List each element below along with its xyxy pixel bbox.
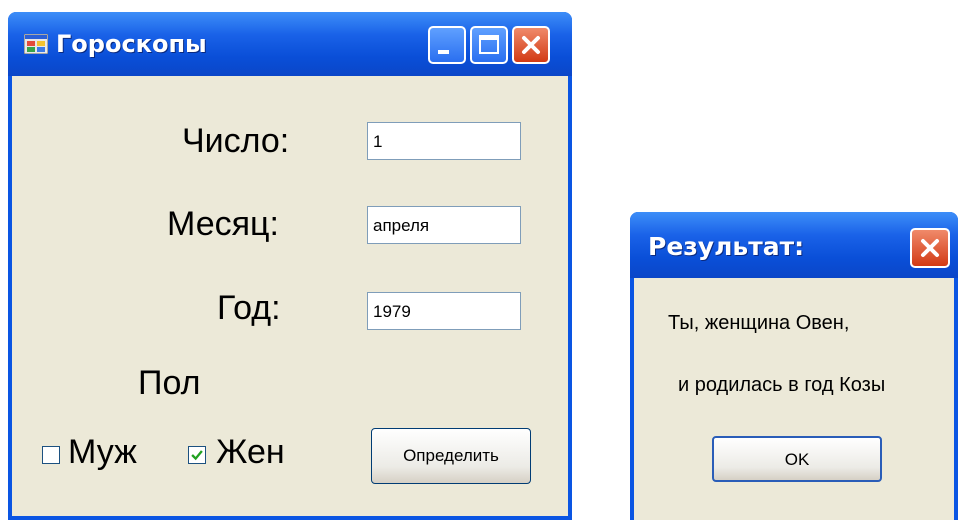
app-icon [23,33,49,55]
minimize-button[interactable] [428,26,466,64]
month-label: Месяц: [167,205,279,243]
close-button[interactable] [512,26,550,64]
dialog-titlebar[interactable]: Результат: [630,212,958,278]
dialog-title: Результат: [648,232,805,261]
checkmark-icon [191,450,203,461]
result-line-1: Ты, женщина Овен, [668,312,850,334]
main-titlebar[interactable]: Гороскопы [8,12,572,76]
dialog-client-area: Ты, женщина Овен, и родилась в год Козы … [634,278,954,520]
male-label[interactable]: Муж [68,433,137,472]
day-field[interactable]: 1 [367,122,521,160]
close-icon [522,36,540,54]
dialog-close-button[interactable] [910,228,950,268]
result-line-2: и родилась в год Козы [678,374,886,396]
main-client-area: Число: 1 Месяц: апреля Год: 1979 Пол Муж… [12,76,568,516]
window-title: Гороскопы [56,30,207,58]
checkbox-empty-icon [43,447,59,463]
year-field[interactable]: 1979 [367,292,521,330]
year-label: Год: [217,289,281,327]
male-checkbox[interactable] [42,446,60,464]
maximize-button[interactable] [470,26,508,64]
day-label: Число: [182,122,290,160]
ok-button[interactable]: OK [712,436,882,482]
maximize-icon [479,35,499,54]
gender-label: Пол [138,364,201,402]
determine-button[interactable]: Определить [371,428,531,484]
main-window: Гороскопы Число: 1 Месяц: апреля Год: 19… [8,12,572,520]
result-dialog: Результат: Ты, женщина Овен, и родилась … [630,212,958,520]
close-icon [921,239,939,257]
female-checkbox[interactable] [188,446,206,464]
female-label[interactable]: Жен [216,433,285,472]
minimize-icon [438,50,449,54]
month-field[interactable]: апреля [367,206,521,244]
